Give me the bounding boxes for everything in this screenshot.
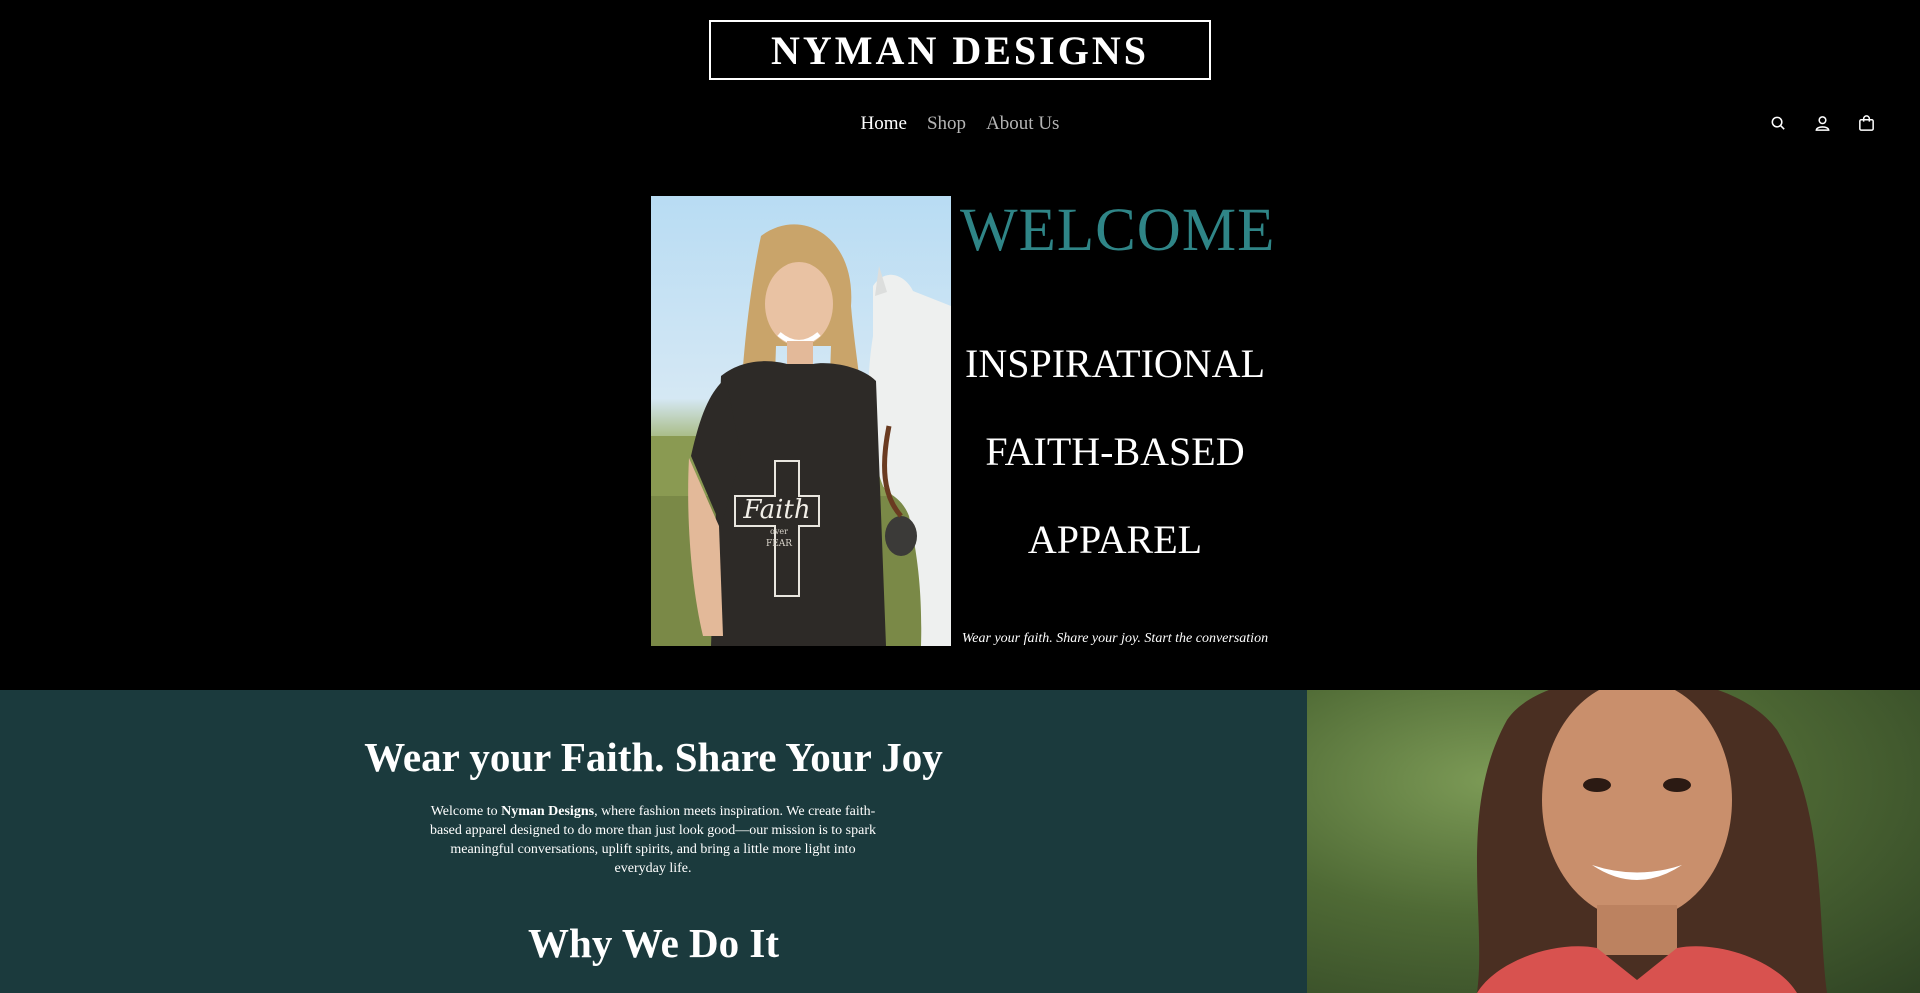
logo-text: NYMAN DESIGNS <box>771 27 1149 73</box>
about-intro: Welcome to Nyman Designs, where fashion … <box>428 802 878 878</box>
nav-item-shop[interactable]: Shop <box>927 113 966 135</box>
header-icons <box>1769 114 1876 133</box>
account-icon[interactable] <box>1813 114 1832 133</box>
shirt-text-faith: Faith <box>742 495 810 525</box>
nav-item-home[interactable]: Home <box>861 113 907 135</box>
nav-item-about-us[interactable]: About Us <box>986 113 1059 135</box>
about-section: Wear your Faith. Share Your Joy Welcome … <box>0 690 1307 993</box>
about-title: Wear your Faith. Share Your Joy <box>364 734 943 780</box>
why-title: Why We Do It <box>528 920 779 966</box>
portrait-image <box>1307 690 1920 993</box>
about-intro-prefix: Welcome to <box>430 804 502 819</box>
brand-name: Nyman Designs <box>501 804 595 819</box>
hero-line-faith-based: FAITH-BASED <box>985 429 1245 474</box>
main-nav: Home Shop About Us <box>0 113 1920 135</box>
shirt-text-over: over <box>770 527 788 536</box>
hero-tagline: Wear your faith. Share your joy. Start t… <box>961 631 1269 646</box>
hero-line-inspirational: INSPIRATIONAL <box>965 341 1265 386</box>
site-logo[interactable]: NYMAN DESIGNS <box>709 20 1211 80</box>
hero-welcome: WELCOME <box>960 197 1276 264</box>
shirt-text-fear: FEAR <box>766 539 792 549</box>
hero-line-apparel: APPAREL <box>1027 517 1203 562</box>
hero-image: Faith over FEAR <box>651 196 951 646</box>
cart-icon[interactable] <box>1857 114 1876 133</box>
search-icon[interactable] <box>1769 114 1788 133</box>
